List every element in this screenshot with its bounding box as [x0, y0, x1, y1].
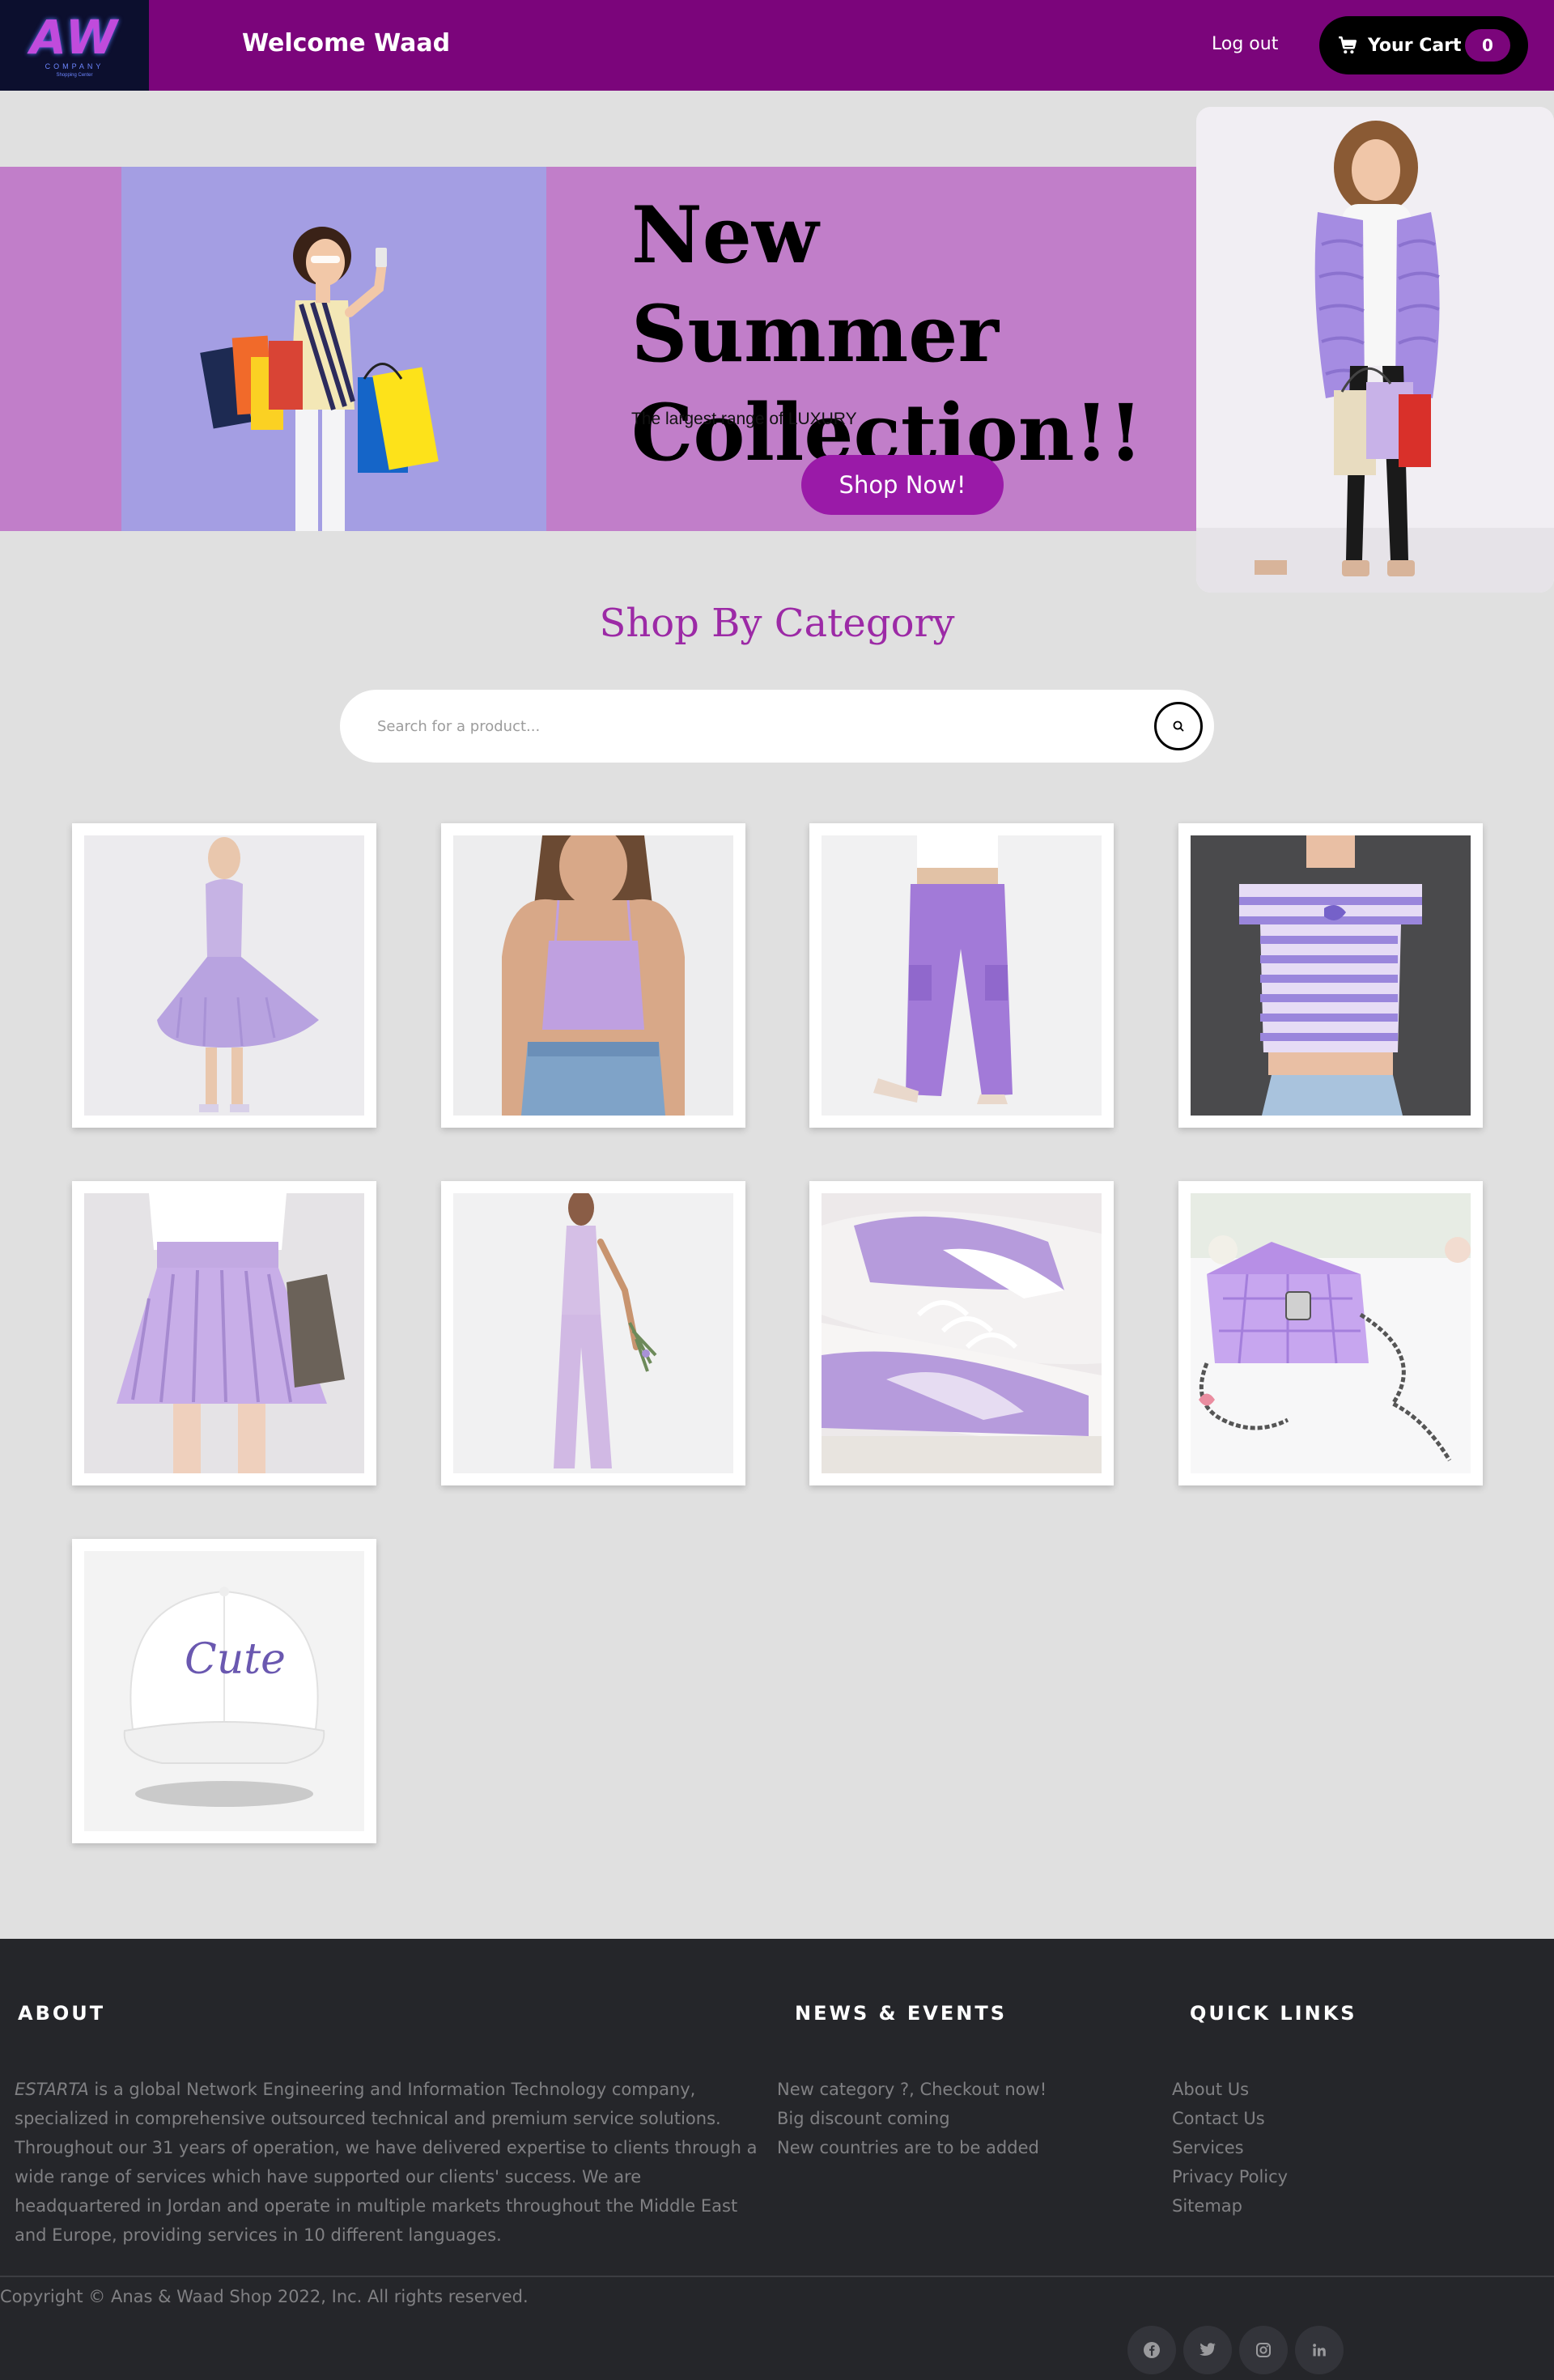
about-text: ESTARTA is a global Network Engineering … [15, 2075, 759, 2250]
product-image [822, 835, 1102, 1116]
footer-link-about[interactable]: About Us [1172, 2075, 1288, 2104]
product-image [453, 1193, 733, 1473]
hero-headline: New Summer Collection!! [631, 189, 1143, 478]
product-image [1191, 835, 1471, 1116]
product-image [822, 1193, 1102, 1473]
about-brand: ESTARTA [15, 2080, 89, 2099]
brand-logo[interactable]: AW COMPANY Shopping Center [0, 0, 149, 91]
cart-icon [1339, 36, 1357, 54]
product-image [1191, 1193, 1471, 1473]
product-card-white-cute-cap[interactable]: Cute [72, 1539, 376, 1843]
product-card-lavender-sneakers[interactable] [809, 1181, 1114, 1485]
facebook-icon[interactable] [1127, 2326, 1176, 2374]
footer-link-sitemap[interactable]: Sitemap [1172, 2191, 1288, 2221]
product-image [453, 835, 733, 1116]
logout-link[interactable]: Log out [1212, 34, 1278, 54]
hero-model-photo [1196, 107, 1554, 593]
linkedin-icon[interactable] [1295, 2326, 1344, 2374]
instagram-icon[interactable] [1239, 2326, 1288, 2374]
footer-link-services[interactable]: Services [1172, 2133, 1288, 2162]
footer-divider [0, 2276, 1554, 2277]
about-heading: ABOUT [18, 2002, 106, 2025]
search-input[interactable] [377, 706, 1106, 746]
cart-label: Your Cart [1368, 35, 1462, 56]
quick-links-list: About Us Contact Us Services Privacy Pol… [1172, 2075, 1288, 2221]
search-icon [1173, 720, 1184, 732]
site-footer: ABOUT ESTARTA is a global Network Engine… [0, 1939, 1554, 2380]
product-card-striped-lavender-tee[interactable] [1178, 823, 1483, 1128]
news-heading: NEWS & EVENTS [795, 2002, 1007, 2025]
news-item[interactable]: Big discount coming [777, 2104, 1047, 2133]
cart-count-badge: 0 [1465, 29, 1510, 62]
footer-link-contact[interactable]: Contact Us [1172, 2104, 1288, 2133]
search-button[interactable] [1154, 702, 1203, 750]
copyright-text: Copyright © Anas & Waad Shop 2022, Inc. … [0, 2287, 529, 2306]
top-nav: AW COMPANY Shopping Center Welcome Waad … [0, 0, 1554, 91]
footer-link-privacy[interactable]: Privacy Policy [1172, 2162, 1288, 2191]
logo-mark: AW [30, 9, 119, 65]
quick-links-heading: QUICK LINKS [1190, 2002, 1357, 2025]
product-card-lavender-dress[interactable] [72, 823, 376, 1128]
product-card-lavender-cargo-pants[interactable] [809, 823, 1114, 1128]
product-card-lavender-quilted-bag[interactable] [1178, 1181, 1483, 1485]
product-image [84, 835, 364, 1116]
product-image: Cute [84, 1551, 364, 1831]
hero-shopper-photo [121, 167, 546, 531]
cap-print-text: Cute [185, 1635, 286, 1684]
about-body: is a global Network Engineering and Info… [15, 2080, 758, 2245]
search-bar [340, 690, 1214, 763]
news-item[interactable]: New category ?, Checkout now! [777, 2075, 1047, 2104]
shop-now-button[interactable]: Shop Now! [801, 455, 1004, 515]
product-card-pleated-lavender-skirt[interactable] [72, 1181, 376, 1485]
cart-button[interactable]: Your Cart 0 [1319, 16, 1528, 74]
product-card-lavender-crop-top[interactable] [441, 823, 745, 1128]
hero-banner: New Summer Collection!! The largest rang… [0, 167, 1196, 531]
product-card-lavender-jumpsuit[interactable] [441, 1181, 745, 1485]
news-list: New category ?, Checkout now! Big discou… [777, 2075, 1047, 2162]
news-item[interactable]: New countries are to be added [777, 2133, 1047, 2162]
category-heading: Shop By Category [599, 601, 955, 646]
logo-tagline: Shopping Center [56, 72, 93, 78]
product-image [84, 1193, 364, 1473]
logo-subtext: COMPANY [45, 62, 104, 70]
twitter-icon[interactable] [1183, 2326, 1232, 2374]
hero-subline: The largest range of LUXURY [631, 410, 857, 428]
welcome-message: Welcome Waad [242, 29, 451, 57]
